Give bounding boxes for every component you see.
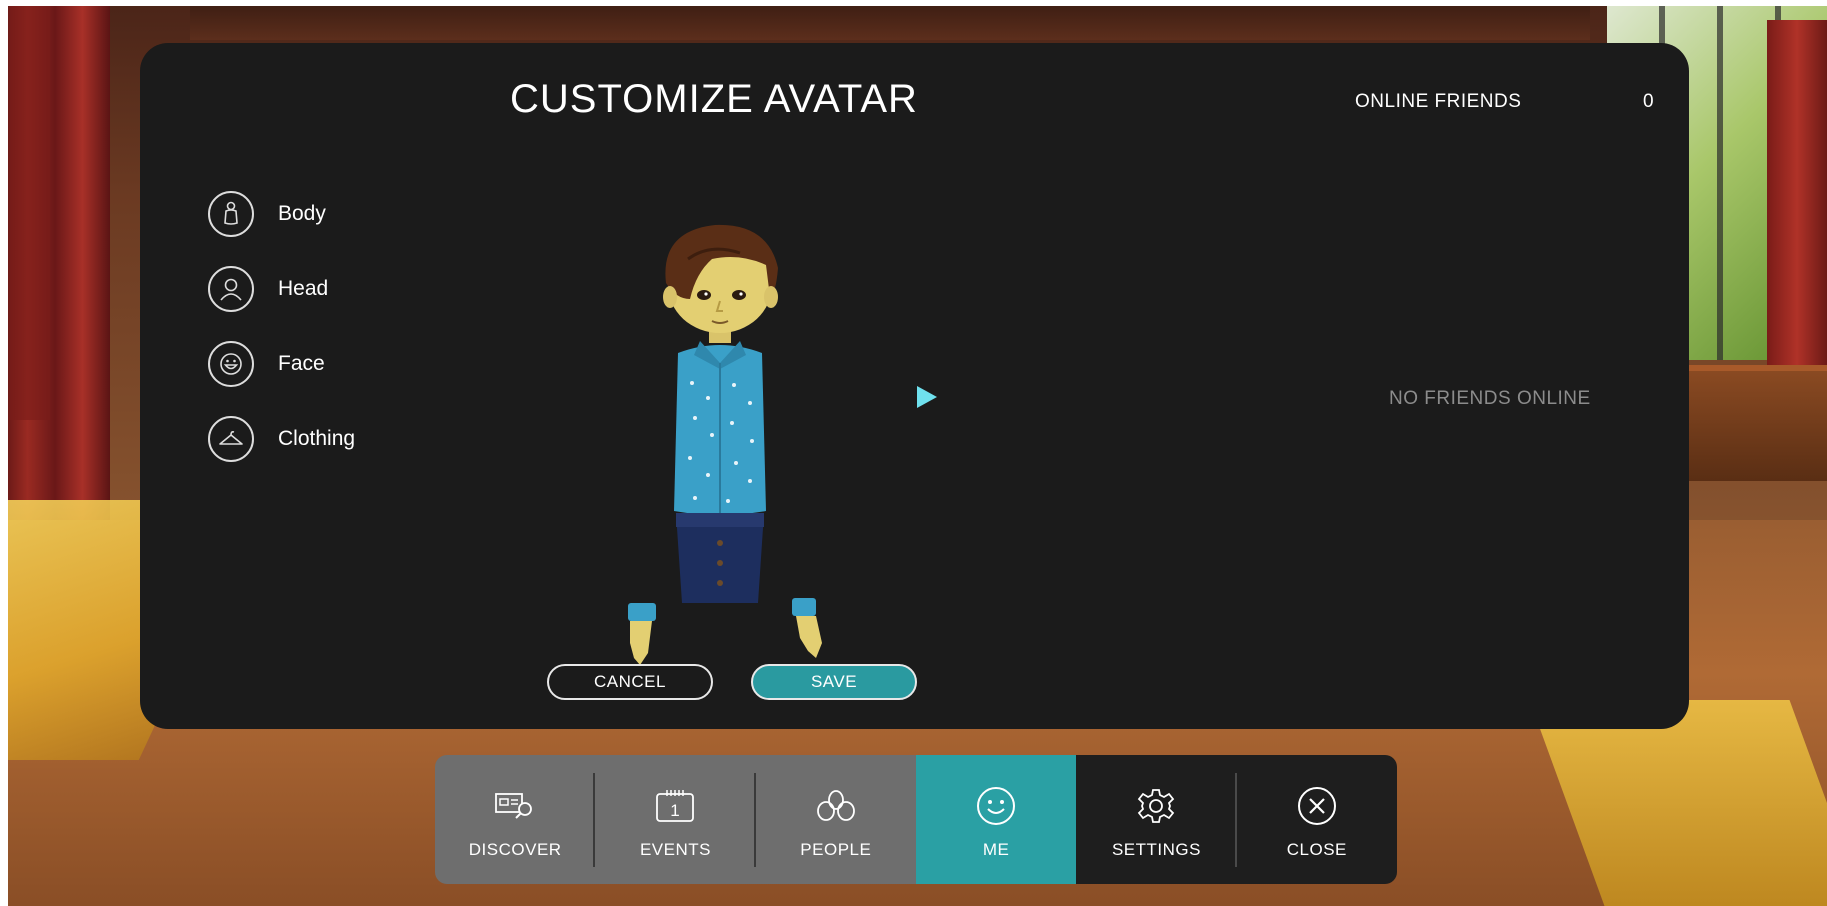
head-icon (208, 266, 254, 312)
nav-events-label: EVENTS (639, 840, 711, 859)
people-icon (814, 786, 858, 826)
nav-me[interactable]: ME (915, 755, 1077, 884)
cancel-button[interactable]: CANCEL (547, 664, 713, 700)
nav-close[interactable]: CLOSE (1236, 755, 1397, 884)
left-edge (0, 0, 8, 906)
svg-text:1: 1 (671, 801, 680, 820)
bottom-nav: DISCOVER 1 EVENTS PEOPLE ME SETTINGS CLO… (435, 755, 1397, 884)
category-body-label: Body (278, 202, 326, 225)
customize-avatar-panel: CUSTOMIZE AVATAR ONLINE FRIENDS 0 NO FRI… (140, 43, 1689, 729)
category-clothing[interactable]: Clothing (208, 416, 355, 462)
gear-icon (1134, 786, 1178, 826)
top-edge (0, 0, 1827, 6)
category-head-label: Head (278, 277, 329, 300)
page-title: CUSTOMIZE AVATAR (510, 77, 918, 121)
category-body[interactable]: Body (208, 191, 355, 237)
ceiling-beam (190, 0, 1590, 40)
category-face[interactable]: Face (208, 341, 355, 387)
avatar-preview[interactable] (600, 213, 840, 683)
nav-close-label: CLOSE (1286, 840, 1347, 859)
body-icon (208, 191, 254, 237)
nav-events[interactable]: 1 EVENTS (595, 755, 756, 884)
nav-discover[interactable]: DISCOVER (435, 755, 596, 884)
online-friends-label: ONLINE FRIENDS (1355, 91, 1522, 112)
nav-people[interactable]: PEOPLE (755, 755, 916, 884)
nav-settings[interactable]: SETTINGS (1076, 755, 1237, 884)
discover-icon (493, 786, 537, 826)
dresser (1667, 365, 1827, 481)
calendar-icon: 1 (653, 786, 697, 826)
nav-people-label: PEOPLE (800, 840, 872, 859)
online-friends-count: 0 (1643, 91, 1654, 112)
smiley-icon (974, 786, 1018, 826)
category-head[interactable]: Head (208, 266, 355, 312)
nav-settings-label: SETTINGS (1111, 840, 1201, 859)
hanger-icon (208, 416, 254, 462)
right-curtain (1767, 20, 1827, 370)
category-clothing-label: Clothing (278, 427, 356, 450)
pointer-cursor (917, 386, 937, 408)
close-icon (1295, 786, 1339, 826)
left-curtain-fold (10, 0, 50, 420)
nav-me-label: ME (982, 840, 1010, 859)
category-list: Body Head Face Clothing (208, 191, 355, 491)
category-face-label: Face (278, 352, 325, 375)
nav-discover-label: DISCOVER (468, 840, 562, 859)
save-button[interactable]: SAVE (751, 664, 917, 700)
no-friends-message: NO FRIENDS ONLINE (1389, 388, 1591, 409)
face-icon (208, 341, 254, 387)
